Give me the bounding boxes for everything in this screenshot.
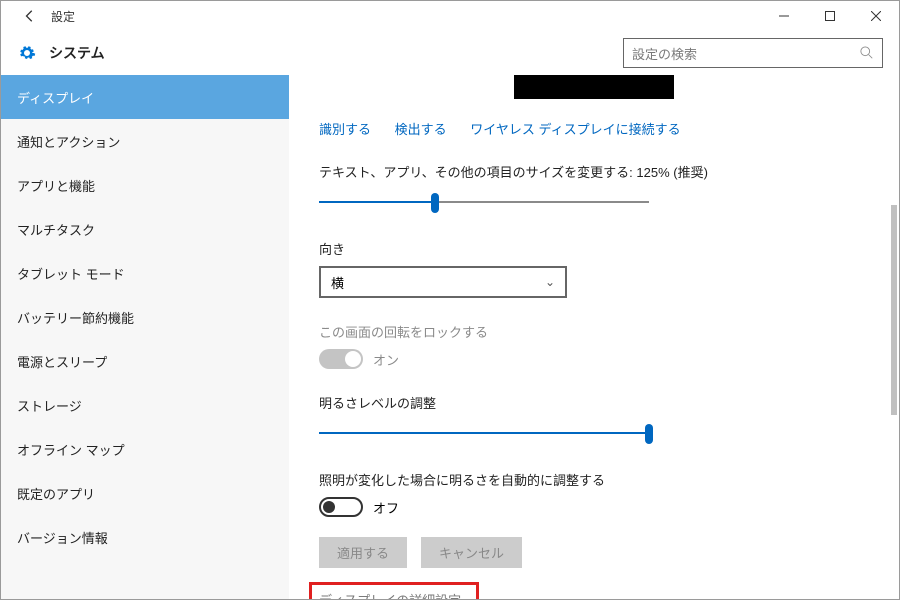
scale-label: テキスト、アプリ、その他の項目のサイズを変更する: 125% (推奨) (319, 162, 869, 181)
scale-slider[interactable] (319, 191, 649, 215)
search-input[interactable]: 設定の検索 (623, 38, 883, 68)
button-row: 適用する キャンセル (319, 537, 869, 568)
orientation-label: 向き (319, 239, 869, 258)
titlebar: 設定 (1, 1, 899, 31)
orientation-value: 横 (331, 273, 545, 292)
advanced-display-link[interactable]: ディスプレイの詳細設定 (319, 590, 461, 599)
slider-thumb[interactable] (645, 424, 653, 444)
orientation-select[interactable]: 横 ⌄ (319, 266, 567, 298)
close-icon (871, 11, 881, 21)
header-title: システム (49, 43, 105, 63)
sidebar: ディスプレイ 通知とアクション アプリと機能 マルチタスク タブレット モード … (1, 75, 289, 599)
apply-button[interactable]: 適用する (319, 537, 407, 568)
sidebar-item-about[interactable]: バージョン情報 (1, 515, 289, 559)
search-icon (860, 46, 874, 60)
maximize-icon (825, 11, 835, 21)
minimize-icon (779, 11, 789, 21)
wireless-link[interactable]: ワイヤレス ディスプレイに接続する (470, 122, 680, 137)
sidebar-item-tablet[interactable]: タブレット モード (1, 251, 289, 295)
minimize-button[interactable] (761, 1, 807, 31)
gear-icon (17, 43, 37, 63)
rotation-lock-state: オン (373, 350, 399, 369)
sidebar-item-power[interactable]: 電源とスリープ (1, 339, 289, 383)
sidebar-item-battery[interactable]: バッテリー節約機能 (1, 295, 289, 339)
scrollbar[interactable] (891, 205, 897, 415)
chevron-down-icon: ⌄ (545, 275, 555, 289)
display-links: 識別する 検出する ワイヤレス ディスプレイに接続する (319, 119, 869, 138)
auto-brightness-label: 照明が変化した場合に明るさを自動的に調整する (319, 470, 869, 489)
content: ディスプレイ 通知とアクション アプリと機能 マルチタスク タブレット モード … (1, 75, 899, 599)
main-panel: 識別する 検出する ワイヤレス ディスプレイに接続する テキスト、アプリ、その他… (289, 75, 899, 599)
close-button[interactable] (853, 1, 899, 31)
sidebar-item-display[interactable]: ディスプレイ (1, 75, 289, 119)
header-row: システム 設定の検索 (1, 31, 899, 75)
cancel-button[interactable]: キャンセル (421, 537, 522, 568)
rotation-lock-toggle[interactable]: オン (319, 349, 869, 369)
arrow-left-icon (23, 9, 37, 23)
sidebar-item-apps[interactable]: アプリと機能 (1, 163, 289, 207)
rotation-lock-label: この画面の回転をロックする (319, 322, 869, 341)
sidebar-item-multitask[interactable]: マルチタスク (1, 207, 289, 251)
window-controls (761, 1, 899, 31)
sidebar-item-storage[interactable]: ストレージ (1, 383, 289, 427)
brightness-slider[interactable] (319, 422, 649, 446)
settings-window: 設定 システム 設定の検索 ディスプレイ 通知とアクション アプリと機能 マルチ… (0, 0, 900, 600)
detect-link[interactable]: 検出する (395, 122, 447, 137)
search-placeholder: 設定の検索 (632, 44, 860, 63)
window-title: 設定 (51, 8, 75, 25)
slider-thumb[interactable] (431, 193, 439, 213)
back-button[interactable] (15, 1, 45, 31)
brightness-label: 明るさレベルの調整 (319, 393, 869, 412)
sidebar-item-notifications[interactable]: 通知とアクション (1, 119, 289, 163)
identify-link[interactable]: 識別する (319, 122, 371, 137)
monitor-preview[interactable] (514, 75, 674, 99)
auto-brightness-toggle[interactable]: オフ (319, 497, 869, 517)
auto-brightness-state: オフ (373, 498, 399, 517)
sidebar-item-offline-maps[interactable]: オフライン マップ (1, 427, 289, 471)
maximize-button[interactable] (807, 1, 853, 31)
sidebar-item-default-apps[interactable]: 既定のアプリ (1, 471, 289, 515)
